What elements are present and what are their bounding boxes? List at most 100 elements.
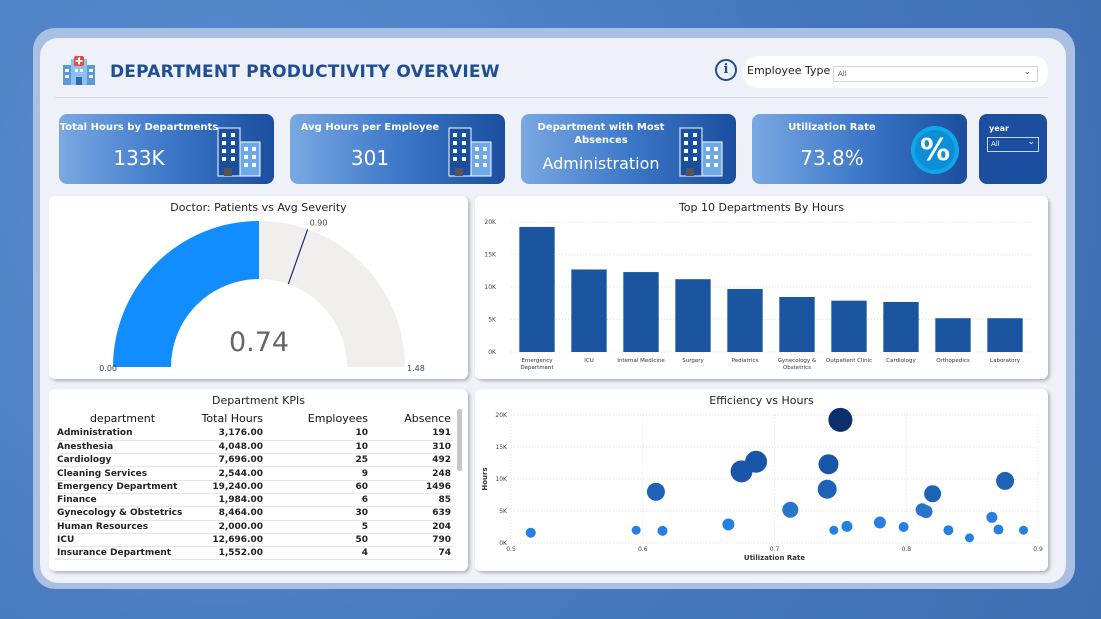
table-cell: 85 xyxy=(370,493,453,508)
bar xyxy=(883,301,919,352)
x-category-label: Orthopedics xyxy=(936,358,970,364)
table-title: Department KPIs xyxy=(212,394,305,407)
data-point xyxy=(943,525,954,536)
table-cell: 9 xyxy=(265,466,370,481)
year-value: All xyxy=(991,140,1000,148)
percent-icon: % xyxy=(911,126,959,174)
data-point xyxy=(919,505,933,519)
bar xyxy=(519,226,555,352)
table-row[interactable]: Finance 1,984.00 6 85 xyxy=(55,493,453,508)
year-filter: year All ⌄ xyxy=(979,114,1047,184)
table-row[interactable]: Cleaning Services 2,544.00 9 248 xyxy=(55,466,453,481)
x-axis-label: Utilization Rate xyxy=(744,554,805,562)
table-cell: 7,696.00 xyxy=(190,453,265,468)
table-cell: 492 xyxy=(370,453,453,468)
year-dropdown[interactable]: All ⌄ xyxy=(987,137,1039,152)
y-tick-label: 0K xyxy=(488,349,497,356)
kpi-title: Avg Hours per Employee xyxy=(300,122,440,133)
kpi-card-utilization: Utilization Rate 73.8% % xyxy=(752,114,967,184)
data-point xyxy=(829,525,839,535)
data-point xyxy=(631,525,641,535)
table-cell: 1,984.00 xyxy=(190,493,265,508)
data-point xyxy=(841,520,853,532)
gauge-value-label: 0.74 xyxy=(229,327,289,358)
chevron-down-icon: ⌄ xyxy=(1027,137,1035,147)
table-cell: 12,696.00 xyxy=(190,533,265,548)
table-cell: 4,048.00 xyxy=(190,440,265,455)
table-row[interactable]: Gynecology & Obstetrics 8,464.00 30 639 xyxy=(55,506,453,521)
table-cell: 2,000.00 xyxy=(190,520,265,534)
data-point xyxy=(817,479,837,499)
x-category-label: Emergency Department xyxy=(520,358,554,371)
kpi-card-total-hours: Total Hours by Departments 133K xyxy=(59,114,274,184)
kpi-title: Utilization Rate xyxy=(788,122,876,133)
table-cell: 60 xyxy=(265,480,370,494)
y-tick-label: 15K xyxy=(495,444,508,451)
data-point xyxy=(898,522,909,532)
table-cell: 4 xyxy=(265,546,370,561)
bar xyxy=(987,318,1023,352)
kpi-value: 133K xyxy=(113,146,165,170)
table-cell: Administration xyxy=(55,427,190,441)
table-cell: Finance xyxy=(55,493,190,508)
page-title: DEPARTMENT PRODUCTIVITY OVERVIEW xyxy=(110,62,500,82)
table-cell: Gynecology & Obstetrics xyxy=(55,506,190,521)
data-point xyxy=(646,482,665,501)
scatter-chart: 0K5K10K15K20K0.5 0.6 0.7 0.8 0.9Utilization … xyxy=(481,407,1043,562)
bar xyxy=(675,279,711,352)
employee-type-value: All xyxy=(838,70,847,78)
table-cell: 2,544.00 xyxy=(190,466,265,481)
table-cell: 8,464.00 xyxy=(190,506,265,521)
y-tick-label: 20K xyxy=(484,219,497,226)
x-category-label: Outpatient Clinic xyxy=(826,358,872,364)
data-point xyxy=(924,485,942,503)
bar-chart-panel: Top 10 Departments By Hours 0K 5K 10K 15K 20… xyxy=(475,196,1048,379)
table-cell: 1,552.00 xyxy=(190,546,265,561)
data-point xyxy=(657,525,668,536)
table-row[interactable]: Human Resources 2,000.00 5 204 xyxy=(55,520,453,534)
table-row[interactable]: Administration 3,176.00 10 191 xyxy=(55,427,453,441)
x-category-label: Cardiology xyxy=(886,358,916,364)
table-row[interactable]: Insurance Department 1,552.00 4 74 xyxy=(55,546,453,561)
y-tick-label: 5K xyxy=(499,508,508,515)
table-cell: 6 xyxy=(265,493,370,508)
kpi-title: Department with Most Absences xyxy=(537,122,665,146)
data-point xyxy=(828,407,853,432)
x-category-label: ICU xyxy=(584,358,594,364)
table-cell: 204 xyxy=(370,520,453,534)
table-panel: Department KPIs department Total Hours E… xyxy=(49,389,468,571)
table-cell: 639 xyxy=(370,506,453,521)
table-cell: Cardiology xyxy=(55,453,190,468)
table-cell: 191 xyxy=(370,427,453,441)
employee-type-dropdown[interactable]: All ⌄ xyxy=(833,66,1038,82)
column-header[interactable]: department xyxy=(55,409,190,427)
data-point xyxy=(964,533,974,543)
table-row[interactable]: ICU 12,696.00 50 790 xyxy=(55,533,453,548)
x-tick-label: 0.5 xyxy=(506,546,516,553)
kpi-card-avg-hours: Avg Hours per Employee 301 xyxy=(290,114,505,184)
table-cell: 10 xyxy=(265,440,370,455)
table-row[interactable]: Emergency Department 19,240.00 60 1496 xyxy=(55,480,453,494)
y-tick-label: 5K xyxy=(488,317,497,324)
column-header[interactable]: Absence xyxy=(370,409,453,427)
x-category-label: Internal Medicine xyxy=(617,358,665,364)
table-cell: 310 xyxy=(370,440,453,455)
table-cell: Cleaning Services xyxy=(55,466,190,481)
x-category-label: Laboratory xyxy=(990,358,1021,364)
x-tick-label: 0.6 xyxy=(638,546,648,553)
building-icon xyxy=(217,127,261,177)
table-cell: 5 xyxy=(265,520,370,534)
table-scrollbar[interactable] xyxy=(457,409,462,471)
gauge-panel: Doctor: Patients vs Avg Severity 0.90 0.7… xyxy=(49,196,468,379)
column-header[interactable]: Employees xyxy=(265,409,370,427)
table-cell: Insurance Department xyxy=(55,546,190,561)
table-cell: 30 xyxy=(265,506,370,521)
x-category-label: Surgery xyxy=(682,358,704,364)
column-header[interactable]: Total Hours xyxy=(190,409,265,427)
table-row[interactable]: Cardiology 7,696.00 25 492 xyxy=(55,453,453,468)
gauge-chart: 0.90 0.74 0.00 1.48 xyxy=(99,218,425,373)
bar-chart: 0K 5K 10K 15K 20K Emergency Department ICU Inter… xyxy=(484,219,1031,371)
table-row[interactable]: Anesthesia 4,048.00 10 310 xyxy=(55,440,453,455)
table-cell: 19,240.00 xyxy=(190,480,265,494)
info-icon[interactable]: i xyxy=(715,59,737,81)
